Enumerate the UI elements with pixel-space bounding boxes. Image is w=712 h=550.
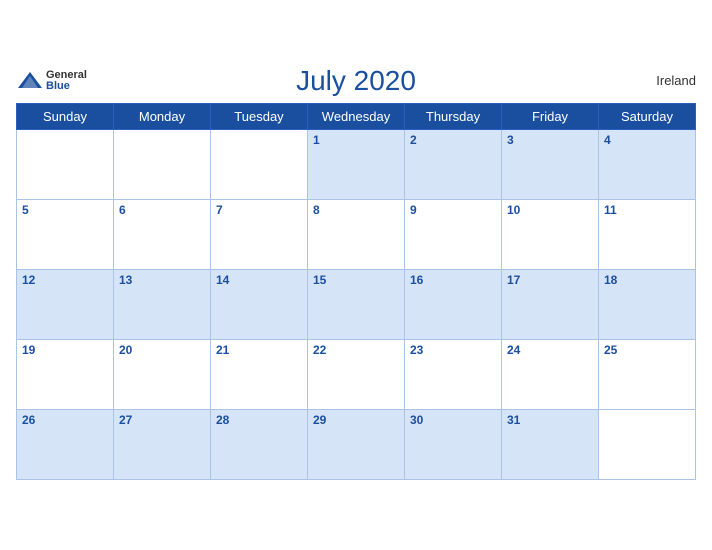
day-number: 4 (604, 133, 611, 147)
day-number: 12 (22, 273, 35, 287)
calendar-day-cell: 28 (211, 409, 308, 479)
calendar-day-cell: 25 (599, 339, 696, 409)
header-wednesday: Wednesday (308, 103, 405, 129)
day-number: 26 (22, 413, 35, 427)
calendar-day-cell: 6 (114, 199, 211, 269)
calendar-day-cell: 5 (17, 199, 114, 269)
day-number: 30 (410, 413, 423, 427)
day-number: 5 (22, 203, 29, 217)
day-number: 13 (119, 273, 132, 287)
calendar-day-cell: 21 (211, 339, 308, 409)
calendar-day-cell: 26 (17, 409, 114, 479)
calendar-day-cell: 14 (211, 269, 308, 339)
calendar-week-row: 19 20 21 22 23 24 25 (17, 339, 696, 409)
weekday-header-row: Sunday Monday Tuesday Wednesday Thursday… (17, 103, 696, 129)
header-thursday: Thursday (405, 103, 502, 129)
calendar-day-cell: 11 (599, 199, 696, 269)
calendar-day-cell: 27 (114, 409, 211, 479)
calendar-day-cell: 31 (502, 409, 599, 479)
day-number: 19 (22, 343, 35, 357)
calendar-day-cell: 2 (405, 129, 502, 199)
calendar-day-cell: 4 (599, 129, 696, 199)
calendar-day-cell: 19 (17, 339, 114, 409)
day-number: 28 (216, 413, 229, 427)
calendar-day-cell: 8 (308, 199, 405, 269)
day-number: 20 (119, 343, 132, 357)
day-number: 18 (604, 273, 617, 287)
calendar-day-cell: 20 (114, 339, 211, 409)
calendar-week-row: 1 2 3 4 (17, 129, 696, 199)
calendar-day-cell (114, 129, 211, 199)
calendar-wrapper: General Blue July 2020 Ireland Sunday Mo… (0, 55, 712, 496)
calendar-day-cell: 29 (308, 409, 405, 479)
day-number: 16 (410, 273, 423, 287)
calendar-day-cell: 15 (308, 269, 405, 339)
day-number: 22 (313, 343, 326, 357)
logo-blue-text: Blue (46, 81, 87, 92)
day-number: 21 (216, 343, 229, 357)
calendar-day-cell (17, 129, 114, 199)
calendar-header: General Blue July 2020 Ireland (16, 65, 696, 97)
calendar-day-cell: 24 (502, 339, 599, 409)
calendar-day-cell (599, 409, 696, 479)
calendar-day-cell: 18 (599, 269, 696, 339)
logo-icon (16, 70, 44, 92)
logo-general-text: General (46, 70, 87, 81)
day-number: 27 (119, 413, 132, 427)
calendar-week-row: 26 27 28 29 30 31 (17, 409, 696, 479)
day-number: 7 (216, 203, 223, 217)
day-number: 17 (507, 273, 520, 287)
calendar-day-cell: 1 (308, 129, 405, 199)
day-number: 15 (313, 273, 326, 287)
calendar-day-cell: 23 (405, 339, 502, 409)
calendar-day-cell: 22 (308, 339, 405, 409)
day-number: 24 (507, 343, 520, 357)
day-number: 8 (313, 203, 320, 217)
day-number: 14 (216, 273, 229, 287)
calendar-day-cell: 12 (17, 269, 114, 339)
header-monday: Monday (114, 103, 211, 129)
day-number: 11 (604, 203, 617, 217)
calendar-day-cell: 3 (502, 129, 599, 199)
day-number: 29 (313, 413, 326, 427)
calendar-day-cell: 16 (405, 269, 502, 339)
calendar-day-cell: 7 (211, 199, 308, 269)
calendar-title: July 2020 (296, 65, 416, 97)
header-tuesday: Tuesday (211, 103, 308, 129)
header-sunday: Sunday (17, 103, 114, 129)
day-number: 1 (313, 133, 320, 147)
calendar-day-cell: 30 (405, 409, 502, 479)
calendar-day-cell: 10 (502, 199, 599, 269)
calendar-week-row: 12 13 14 15 16 17 18 (17, 269, 696, 339)
day-number: 3 (507, 133, 514, 147)
header-friday: Friday (502, 103, 599, 129)
calendar-day-cell: 9 (405, 199, 502, 269)
day-number: 25 (604, 343, 617, 357)
calendar-week-row: 5 6 7 8 9 10 11 (17, 199, 696, 269)
day-number: 9 (410, 203, 417, 217)
calendar-day-cell: 13 (114, 269, 211, 339)
day-number: 6 (119, 203, 126, 217)
header-saturday: Saturday (599, 103, 696, 129)
country-label: Ireland (656, 73, 696, 88)
day-number: 2 (410, 133, 417, 147)
day-number: 23 (410, 343, 423, 357)
calendar-day-cell (211, 129, 308, 199)
calendar-table: Sunday Monday Tuesday Wednesday Thursday… (16, 103, 696, 480)
day-number: 31 (507, 413, 520, 427)
day-number: 10 (507, 203, 520, 217)
logo-area: General Blue (16, 70, 87, 92)
calendar-day-cell: 17 (502, 269, 599, 339)
